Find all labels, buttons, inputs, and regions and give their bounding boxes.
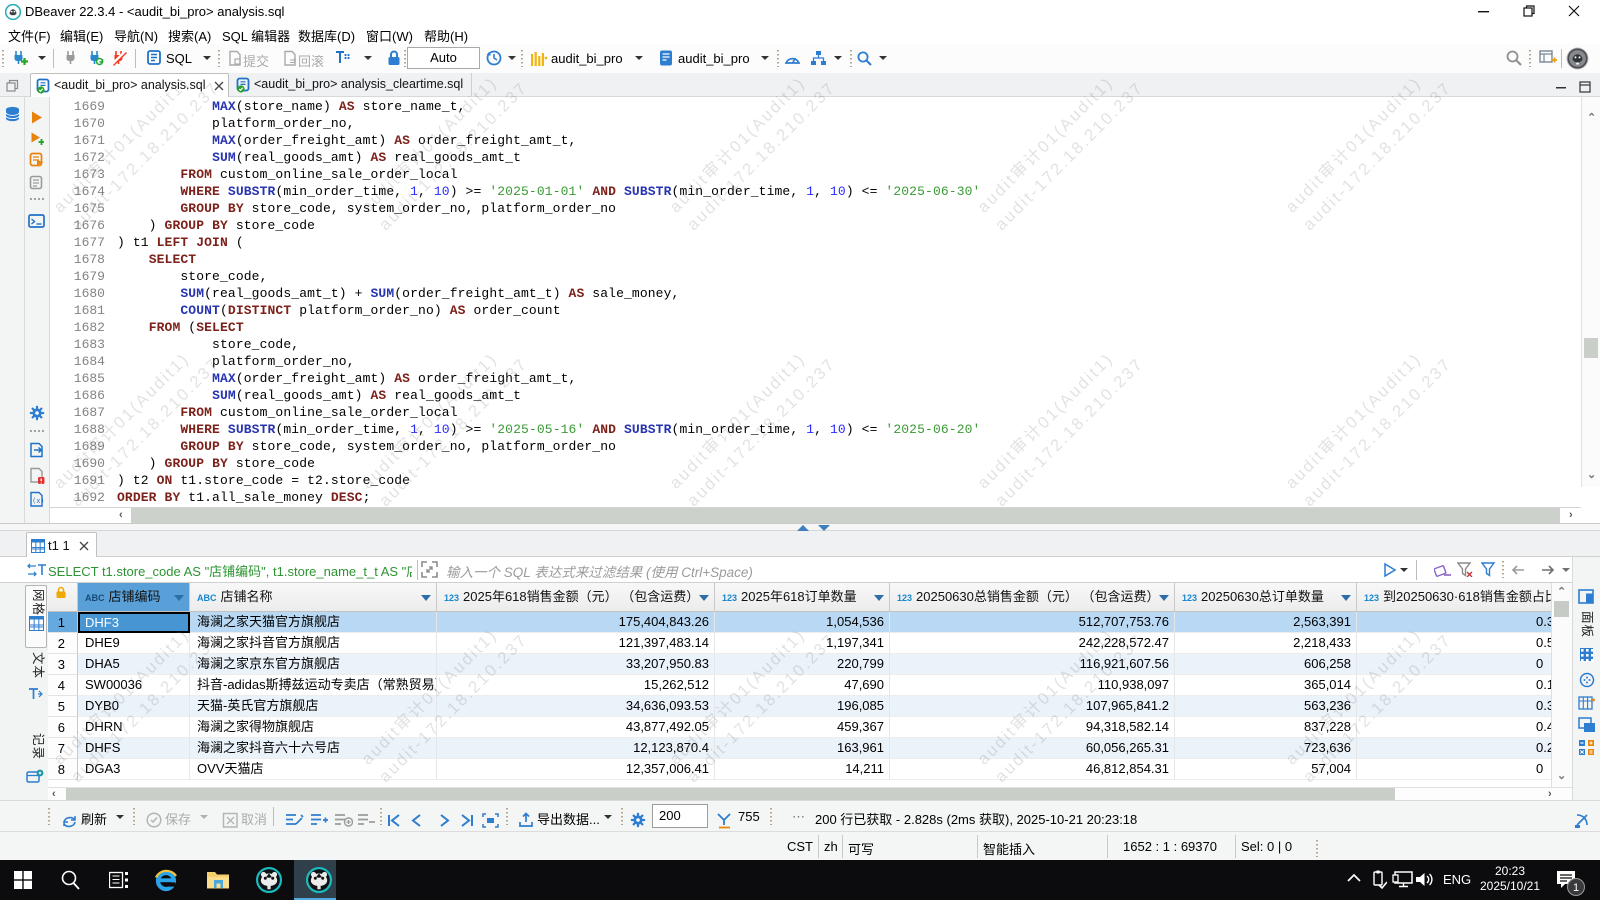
svg-text:(x): (x) <box>32 497 45 505</box>
svg-text:1: 1 <box>1573 882 1579 894</box>
